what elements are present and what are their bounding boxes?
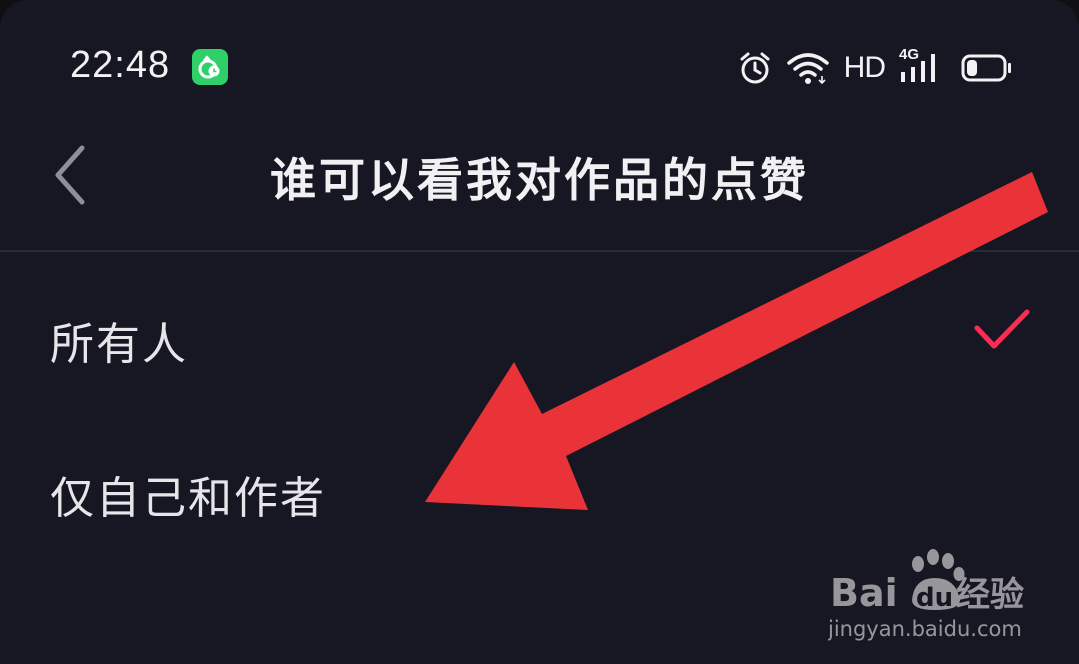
option-self-and-author[interactable]: 仅自己和作者 xyxy=(0,416,1079,566)
alarm-icon xyxy=(740,52,770,84)
status-icons: HD 4G xyxy=(738,46,1013,88)
check-icon xyxy=(974,309,1030,349)
option-everyone[interactable]: 所有人 xyxy=(0,262,1079,412)
screen: 22:48 HD 4G 谁可以看我对作品的点赞 所有人 仅自己和作者 Bai d… xyxy=(0,0,1079,664)
option-label: 所有人 xyxy=(50,319,188,370)
watermark-url: jingyan.baidu.com xyxy=(828,617,1022,641)
watermark-suffix: 经验 xyxy=(956,575,1024,615)
signal-4g-icon: 4G xyxy=(899,46,947,86)
page-title: 谁可以看我对作品的点赞 xyxy=(270,153,809,207)
battery-icon xyxy=(961,54,1011,82)
option-label: 仅自己和作者 xyxy=(50,473,326,524)
status-bar: 22:48 HD 4G xyxy=(0,0,1079,120)
app-notification-icon xyxy=(192,49,228,85)
wifi-icon xyxy=(786,53,829,85)
hd-icon: HD xyxy=(843,51,886,84)
status-time: 22:48 xyxy=(70,44,171,86)
page-header: 谁可以看我对作品的点赞 xyxy=(0,120,1079,252)
baidu-jingyan-watermark: Bai du 经验 jingyan.baidu.com xyxy=(827,548,1038,648)
watermark-brand-du: du xyxy=(916,583,953,613)
watermark-brand: Bai xyxy=(830,571,898,615)
